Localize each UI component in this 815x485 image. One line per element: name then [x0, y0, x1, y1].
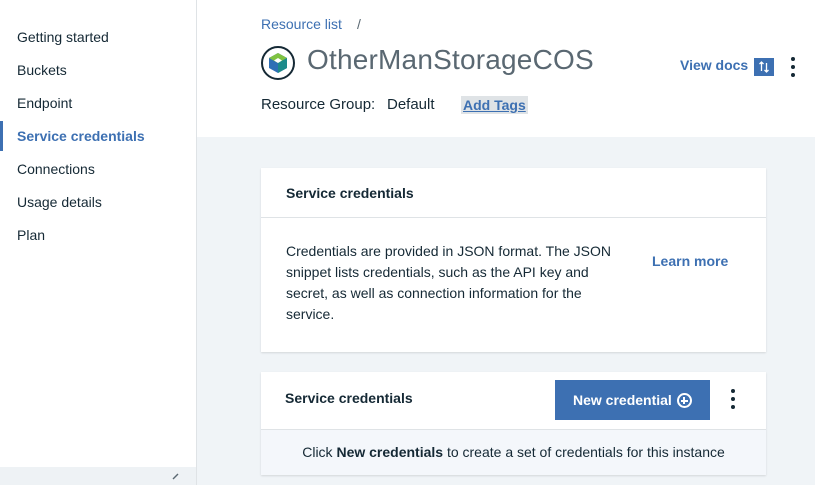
page-header: Resource list / OtherManStorageCOS Resou… — [197, 0, 815, 137]
page-title: OtherManStorageCOS — [307, 44, 594, 75]
sort-arrows-icon[interactable] — [754, 58, 774, 76]
add-tags-link[interactable]: Add Tags — [461, 96, 528, 114]
sidebar-item-connections[interactable]: Connections — [0, 154, 196, 184]
empty-state-suffix: to create a set of credentials for this … — [443, 444, 725, 460]
new-credential-button[interactable]: New credential — [555, 380, 710, 420]
sidebar-item-getting-started[interactable]: Getting started — [0, 22, 196, 52]
overflow-menu-icon[interactable] — [730, 389, 736, 413]
info-card-description: Credentials are provided in JSON format.… — [286, 243, 611, 322]
empty-state-message: Click New credentials to create a set of… — [261, 429, 766, 475]
sidebar-item-buckets[interactable]: Buckets — [0, 55, 196, 85]
add-circle-icon — [676, 393, 692, 408]
resource-group-value: Default — [387, 96, 435, 113]
credentials-card: Service credentials New credential Click… — [261, 372, 766, 475]
chevron-left-icon[interactable] — [170, 469, 180, 483]
breadcrumb-separator: / — [357, 16, 361, 32]
sidebar-footer — [0, 467, 196, 485]
resource-group-label: Resource Group: — [261, 96, 376, 113]
breadcrumb-resource-list[interactable]: Resource list — [261, 16, 342, 32]
sidebar: Getting started Buckets Endpoint Service… — [0, 0, 197, 485]
info-card: Service credentials Credentials are prov… — [261, 168, 766, 352]
cloud-object-storage-icon — [261, 46, 295, 80]
sidebar-item-service-credentials[interactable]: Service credentials — [0, 121, 196, 151]
main-content: Service credentials Credentials are prov… — [197, 137, 815, 485]
credentials-card-title: Service credentials — [285, 390, 413, 406]
sidebar-item-usage-details[interactable]: Usage details — [0, 187, 196, 217]
new-credential-label: New credential — [573, 392, 672, 408]
empty-state-link-text: New credentials — [336, 444, 444, 460]
empty-state-prefix: Click — [302, 444, 337, 460]
overflow-menu-icon[interactable] — [790, 57, 796, 81]
view-docs-link[interactable]: View docs — [680, 57, 748, 73]
info-card-title: Service credentials — [261, 168, 766, 218]
learn-more-link[interactable]: Learn more — [652, 253, 728, 269]
sidebar-item-endpoint[interactable]: Endpoint — [0, 88, 196, 118]
sidebar-item-plan[interactable]: Plan — [0, 220, 196, 250]
